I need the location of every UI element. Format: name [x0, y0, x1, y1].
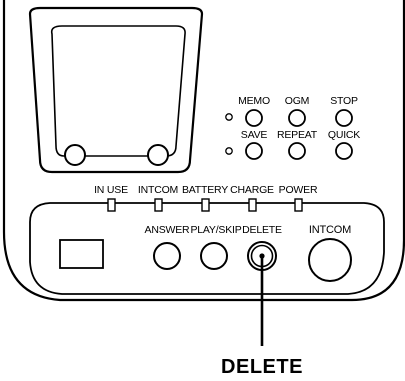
repeat-button-label: REPEAT: [277, 129, 318, 141]
play-skip-button-label: PLAY/SKIP: [190, 224, 241, 236]
memo-button[interactable]: MEMO: [238, 95, 270, 127]
bottom-button-row: ANSWER PLAY/SKIP DELETE INTCOM: [145, 224, 352, 282]
mode-button-grid: MEMO OGM STOP SAVE REPEAT QUICK: [238, 95, 361, 160]
memo-indicator-dot: [225, 113, 233, 121]
led-indicators: [107, 198, 303, 212]
answer-button[interactable]: [153, 242, 181, 270]
power-label: POWER: [279, 184, 318, 196]
save-button-label: SAVE: [241, 129, 268, 141]
ogm-button[interactable]: OGM: [285, 95, 309, 127]
power-led: [294, 198, 303, 212]
in-use-label: IN USE: [94, 184, 128, 196]
intcom-button-label: INTCOM: [309, 224, 351, 236]
charge-label: CHARGE: [230, 184, 274, 196]
cassette-window: [28, 6, 204, 174]
in-use-led: [107, 198, 116, 212]
callout-anchor-dot: [259, 253, 265, 259]
save-button[interactable]: SAVE: [241, 129, 268, 160]
answer-button-label: ANSWER: [145, 224, 191, 236]
battery-led: [201, 198, 210, 212]
stop-button-label: STOP: [330, 95, 358, 107]
quick-button-label: QUICK: [328, 129, 360, 141]
ogm-button-label: OGM: [285, 95, 309, 107]
tape-reel-right: [147, 144, 169, 166]
callout-delete-label: DELETE: [221, 356, 303, 378]
quick-button[interactable]: QUICK: [328, 129, 361, 160]
tape-reel-left: [64, 144, 86, 166]
charge-led: [248, 198, 257, 212]
message-display: [59, 239, 104, 269]
battery-label: BATTERY: [182, 184, 228, 196]
repeat-button[interactable]: REPEAT: [277, 129, 318, 160]
device-panel-illustration: MEMO OGM STOP SAVE REPEAT QUICK IN USE I…: [2, 0, 405, 378]
memo-button-label: MEMO: [238, 95, 270, 107]
delete-button-label: DELETE: [242, 224, 282, 236]
indicator-labels: IN USE INTCOM BATTERY CHARGE POWER: [94, 184, 318, 196]
intcom-led: [154, 198, 163, 212]
intcom-button[interactable]: [308, 238, 352, 282]
save-indicator-dot: [225, 147, 233, 155]
play-skip-button[interactable]: [200, 242, 228, 270]
answering-machine-diagram: MEMO OGM STOP SAVE REPEAT QUICK IN USE I…: [0, 0, 405, 381]
stop-button[interactable]: STOP: [330, 95, 358, 127]
intcom-indicator-label: INTCOM: [138, 184, 178, 196]
